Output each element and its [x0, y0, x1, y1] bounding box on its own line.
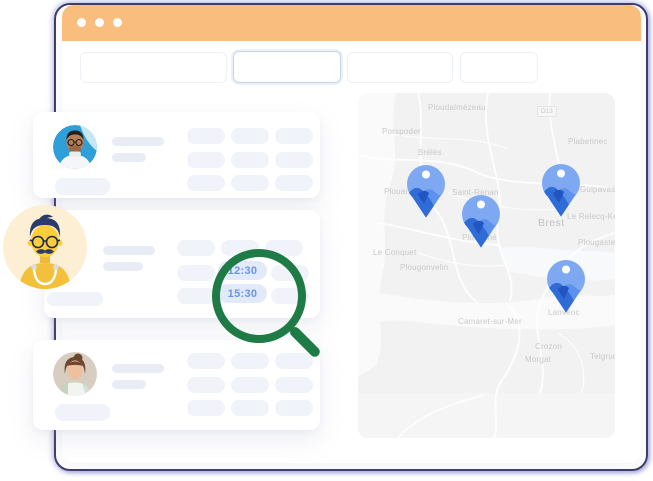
search-field-1[interactable]	[80, 52, 227, 83]
map-label-le-conquet: Le Conquet	[373, 248, 416, 257]
map-label-camaret: Camaret-sur-Mer	[458, 317, 522, 326]
window-titlebar	[62, 5, 641, 41]
text-skeleton	[112, 380, 146, 389]
time-slot-skeleton[interactable]	[275, 175, 313, 191]
time-slot-skeleton[interactable]	[187, 377, 225, 393]
text-skeleton	[112, 153, 146, 162]
map-pin[interactable]	[545, 259, 587, 313]
time-slot-skeleton[interactable]	[187, 152, 225, 168]
search-field-3[interactable]	[347, 52, 453, 83]
window-control-dot[interactable]	[95, 18, 104, 27]
search-field-4[interactable]	[460, 52, 538, 83]
time-slot-skeleton[interactable]	[231, 152, 269, 168]
action-skeleton[interactable]	[55, 178, 110, 195]
map-label-brest: Brest	[538, 217, 565, 229]
map-label-morgat: Morgat	[525, 355, 551, 364]
action-skeleton[interactable]	[47, 292, 103, 306]
map-label-guipavas: Guipavas	[580, 185, 615, 194]
map-label-crozon: Crozon	[535, 342, 562, 351]
map-panel[interactable]: Ploudalmézeau Porspoder Brélès Plabennec…	[358, 93, 615, 438]
map-label-plabennec: Plabennec	[568, 137, 608, 146]
map-pin[interactable]	[460, 194, 502, 248]
time-slot-skeleton[interactable]	[187, 128, 225, 144]
map-pin[interactable]	[405, 164, 447, 218]
map-label-breles: Brélès	[418, 148, 442, 157]
map-pin[interactable]	[540, 163, 582, 217]
map-label-plougastel: Plougastel	[578, 238, 615, 247]
window-control-dot[interactable]	[113, 18, 122, 27]
appointment-card-1[interactable]	[33, 112, 320, 198]
road-badge: D13	[537, 106, 557, 117]
text-skeleton	[103, 246, 155, 255]
doctor-avatar-male-photo	[53, 125, 97, 169]
time-slot-skeleton[interactable]	[177, 265, 215, 281]
time-slot-skeleton[interactable]	[187, 353, 225, 369]
map-label-porspoder: Porspoder	[382, 127, 421, 136]
window-control-dot[interactable]	[77, 18, 86, 27]
time-slot-skeleton[interactable]	[187, 175, 225, 191]
time-slot-skeleton[interactable]	[231, 400, 269, 416]
time-slot-skeleton[interactable]	[231, 353, 269, 369]
time-slot-skeleton[interactable]	[275, 400, 313, 416]
map-label-ploudalmezeau: Ploudalmézeau	[428, 103, 486, 112]
time-slot-skeleton[interactable]	[187, 400, 225, 416]
time-slot-skeleton[interactable]	[177, 240, 215, 256]
doctor-avatar-illustration	[3, 205, 87, 289]
text-skeleton	[103, 262, 143, 271]
action-skeleton[interactable]	[55, 404, 110, 421]
map-label-telgruc: Telgruc	[590, 352, 615, 361]
time-slot-skeleton[interactable]	[231, 377, 269, 393]
time-slot-skeleton[interactable]	[275, 377, 313, 393]
time-slot-skeleton[interactable]	[275, 152, 313, 168]
text-skeleton	[112, 364, 164, 373]
time-slot-skeleton[interactable]	[177, 288, 215, 304]
time-slot-skeleton[interactable]	[275, 128, 313, 144]
doctor-avatar-female-photo	[53, 352, 97, 396]
text-skeleton	[112, 137, 164, 146]
appointment-card-3[interactable]	[33, 340, 320, 430]
search-field-2-active[interactable]	[233, 51, 341, 83]
illustration-canvas: Ploudalmézeau Porspoder Brélès Plabennec…	[0, 0, 653, 481]
map-label-plougonvelin: Plougonvelin	[400, 263, 448, 272]
time-slot-skeleton[interactable]	[231, 128, 269, 144]
time-slot-skeleton[interactable]	[275, 353, 313, 369]
time-slot-skeleton[interactable]	[231, 175, 269, 191]
